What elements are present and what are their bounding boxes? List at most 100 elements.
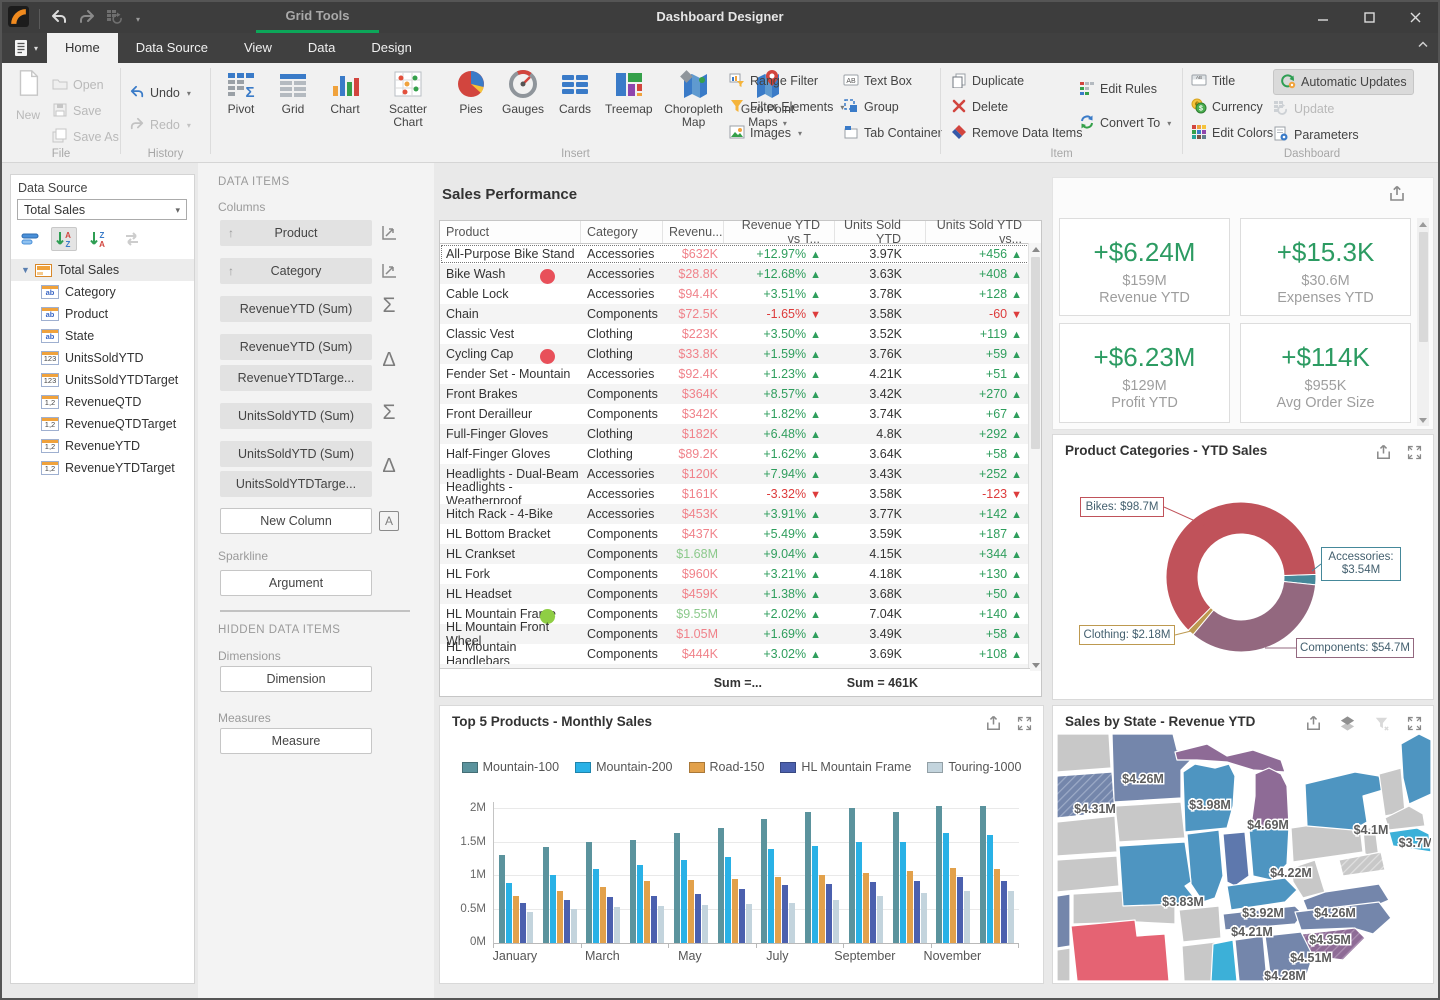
bar-mountain-100[interactable] [893, 812, 899, 943]
table-row[interactable]: Front BrakesComponents$364K+8.57%▲3.42K+… [440, 384, 1030, 404]
state[interactable] [1379, 768, 1405, 816]
bar-mountain-100[interactable] [499, 855, 505, 943]
bar-hl-mountain-frame[interactable] [739, 889, 745, 943]
close-button[interactable] [1392, 2, 1438, 33]
bar-road-150[interactable] [994, 869, 1000, 943]
bar-mountain-100[interactable] [586, 842, 592, 943]
bar-road-150[interactable] [950, 868, 956, 943]
bar-mountain-200[interactable] [987, 835, 993, 943]
bar-hl-mountain-frame[interactable] [1001, 881, 1007, 943]
group-button[interactable]: Group [843, 95, 942, 119]
field-list-icon[interactable] [17, 227, 43, 251]
legend-item-mountain-200[interactable]: Mountain-200 [575, 760, 672, 774]
bar-road-150[interactable] [600, 887, 606, 943]
table-row[interactable]: Classic VestClothing$223K+3.50%▲3.52K+11… [440, 324, 1030, 344]
argument-axis-icon[interactable] [378, 223, 400, 248]
bar-touring-1000[interactable] [964, 891, 970, 943]
bar-touring-1000[interactable] [877, 896, 883, 943]
bar-mountain-200[interactable] [856, 842, 862, 943]
scroll-down-icon[interactable] [1029, 659, 1042, 671]
tree-field-state[interactable]: abState [11, 325, 194, 347]
bar-mountain-100[interactable] [936, 806, 942, 943]
choropleth-map-button[interactable]: Choropleth Map [657, 63, 731, 130]
tree-field-unitssoldytdtarget[interactable]: 123UnitsSoldYTDTarget [11, 369, 194, 391]
tree-field-revenueqtdtarget[interactable]: 1,2RevenueQTDTarget [11, 413, 194, 435]
scatter-chart-button[interactable]: Scatter Chart [371, 63, 445, 130]
argument-axis-icon[interactable] [378, 261, 400, 286]
legend-item-hl-mountain-frame[interactable]: HL Mountain Frame [780, 760, 911, 774]
sum-icon[interactable]: Σ [378, 294, 400, 318]
collapse-ribbon-icon[interactable] [1414, 40, 1432, 56]
bar-touring-1000[interactable] [789, 903, 795, 943]
table-row[interactable]: HL HeadsetComponents$459K+1.38%▲3.68K+50… [440, 584, 1030, 604]
bar-hl-mountain-frame[interactable] [520, 903, 526, 943]
chip-units-target[interactable]: UnitsSoldYTDTarge... [220, 471, 372, 497]
bar-mountain-200[interactable] [681, 860, 687, 943]
bar-touring-1000[interactable] [614, 907, 620, 943]
table-row[interactable]: Cable LockAccessories$94.4K+3.51%▲3.78K+… [440, 284, 1030, 304]
qat-dropdown-caret-icon[interactable]: ▾ [136, 15, 140, 24]
chip-category[interactable]: ↑Category [220, 258, 372, 284]
minimize-button[interactable] [1300, 2, 1346, 33]
title-button[interactable]: ABTitle [1191, 69, 1273, 93]
tab-data-source[interactable]: Data Source [118, 33, 226, 63]
text-box-button[interactable]: ABText Box [843, 69, 942, 93]
state[interactable] [1057, 734, 1111, 772]
tab-container-button[interactable]: Tab Container [843, 121, 942, 145]
bar-mountain-200[interactable] [506, 883, 512, 943]
state[interactable] [1057, 894, 1070, 948]
tree-field-revenueytd[interactable]: 1,2RevenueYTD [11, 435, 194, 457]
table-row[interactable]: Full-Finger GlovesClothing$182K+6.48%▲4.… [440, 424, 1030, 444]
undo-button[interactable]: Undo ▾ [129, 81, 191, 105]
scrollbar-thumb[interactable] [1419, 232, 1428, 342]
bar-hl-mountain-frame[interactable] [695, 894, 701, 943]
bar-hl-mountain-frame[interactable] [870, 882, 876, 943]
col-header-revenue-vs-target[interactable]: Revenue YTD vs T... [724, 221, 835, 243]
pivot-button[interactable]: ΣPivot [215, 63, 267, 130]
tree-field-category[interactable]: abCategory [11, 281, 194, 303]
argument-chip[interactable]: Argument [220, 570, 372, 596]
bar-hl-mountain-frame[interactable] [826, 884, 832, 943]
state[interactable] [1179, 906, 1221, 942]
bar-mountain-100[interactable] [543, 847, 549, 943]
bar-road-150[interactable] [513, 896, 519, 943]
bar-touring-1000[interactable] [921, 893, 927, 943]
bar-road-150[interactable] [644, 881, 650, 943]
chart-button[interactable]: Chart [319, 63, 371, 130]
bar-mountain-200[interactable] [900, 842, 906, 943]
treemap-button[interactable]: Treemap [601, 63, 657, 130]
new-button[interactable]: New [8, 67, 48, 122]
bar-mountain-200[interactable] [550, 875, 556, 943]
remove-data-items-button[interactable]: Remove Data Items [951, 121, 1082, 145]
bar-mountain-100[interactable] [849, 808, 855, 943]
col-header-revenue[interactable]: Revenu... [663, 221, 724, 243]
edit-colors-button[interactable]: Edit Colors [1191, 121, 1273, 145]
state[interactable] [1223, 832, 1249, 886]
bar-mountain-100[interactable] [805, 812, 811, 943]
table-row[interactable]: Bike WashAccessories$28.8K+12.68%▲3.63K+… [440, 264, 1030, 284]
bar-road-150[interactable] [688, 880, 694, 943]
state[interactable] [1339, 852, 1385, 876]
images-button[interactable]: Images▾ [729, 121, 844, 145]
chip-revenue-target[interactable]: RevenueYTDTarge... [220, 365, 372, 391]
application-menu-button[interactable]: ▾ [10, 36, 48, 60]
filter-elements-button[interactable]: Filter Elements▾ [729, 95, 844, 119]
table-row[interactable]: HL ForkComponents$960K+3.21%▲4.18K+130▲ [440, 564, 1030, 584]
bar-touring-1000[interactable] [658, 906, 664, 943]
bar-mountain-100[interactable] [718, 828, 724, 943]
sort-az-icon[interactable]: AZ [51, 227, 77, 251]
legend-item-touring-1000[interactable]: Touring-1000 [927, 760, 1021, 774]
undo-icon[interactable] [50, 9, 68, 30]
scroll-up-icon[interactable] [1417, 218, 1429, 230]
table-row[interactable]: Fender Set - MountainAccessories$92.4K+1… [440, 364, 1030, 384]
tab-home[interactable]: Home [47, 33, 118, 63]
chevron-down-icon[interactable]: ▼ [21, 265, 35, 275]
grid-vertical-scrollbar[interactable] [1028, 243, 1041, 671]
bar-mountain-200[interactable] [593, 869, 599, 943]
col-header-category[interactable]: Category [581, 221, 663, 243]
bar-mountain-200[interactable] [725, 857, 731, 943]
save-as-button[interactable]: Save As [52, 125, 119, 149]
range-filter-button[interactable]: Range Filter [729, 69, 844, 93]
table-row[interactable]: Hitch Rack - 4-BikeAccessories$453K+3.91… [440, 504, 1030, 524]
bar-mountain-200[interactable] [812, 846, 818, 943]
